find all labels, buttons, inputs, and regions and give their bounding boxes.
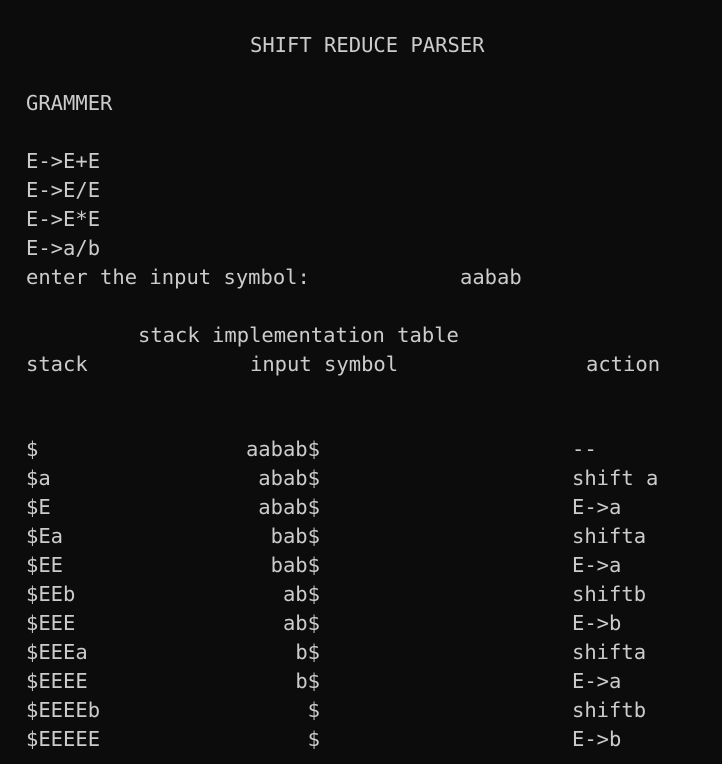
grammar-rule: E->E*E <box>26 207 101 231</box>
cell-input-symbol: ab$ <box>282 611 320 635</box>
cell-input-symbol: abab$ <box>258 495 320 519</box>
grammar-heading: GRAMMER <box>26 91 113 115</box>
header-stack: stack <box>26 352 88 376</box>
grammar-rule: E->E+E <box>26 149 101 173</box>
cell-action: shifta <box>572 524 647 548</box>
cell-stack: $EE <box>26 553 64 577</box>
cell-stack: $a <box>26 466 51 490</box>
cell-stack: $EEEa <box>26 640 88 664</box>
cell-action: shift a <box>572 466 659 490</box>
input-value: aabab <box>460 265 522 289</box>
cell-input-symbol: abab$ <box>258 466 320 490</box>
cell-input-symbol: $ <box>307 727 320 751</box>
cell-stack: $EEEEb <box>26 698 101 722</box>
cell-stack: $E <box>26 495 51 519</box>
header-action: action <box>586 352 661 376</box>
cell-stack: $Ea <box>26 524 64 548</box>
cell-stack: $EEE <box>26 611 76 635</box>
cell-action: E->a <box>572 495 622 519</box>
cell-action: E->a <box>572 553 622 577</box>
grammar-rule: E->E/E <box>26 178 101 202</box>
cell-action: shiftb <box>572 698 647 722</box>
cell-action: E->b <box>572 611 622 635</box>
grammar-rule: E->a/b <box>26 236 101 260</box>
cell-action: shifta <box>572 640 647 664</box>
cell-action: E->b <box>572 727 622 751</box>
cell-action: E->a <box>572 669 622 693</box>
cell-stack: $EEEEE <box>26 727 101 751</box>
cell-input-symbol: ab$ <box>282 582 320 606</box>
header-input-symbol: input symbol <box>250 352 399 376</box>
page-title: SHIFT REDUCE PARSER <box>250 33 485 57</box>
cell-input-symbol: aabab$ <box>245 437 320 461</box>
terminal-window: SHIFT REDUCE PARSER GRAMMER E->E+E E->E/… <box>0 0 722 764</box>
cell-input-symbol: bab$ <box>270 553 320 577</box>
cell-action: shiftb <box>572 582 647 606</box>
input-prompt: enter the input symbol: <box>26 265 310 289</box>
cell-stack: $ <box>26 437 39 461</box>
cell-input-symbol: b$ <box>295 640 320 664</box>
table-title: stack implementation table <box>138 323 459 347</box>
cell-action: -- <box>572 437 597 461</box>
cell-input-symbol: b$ <box>295 669 320 693</box>
cell-input-symbol: bab$ <box>270 524 320 548</box>
cell-stack: $EEb <box>26 582 76 606</box>
cell-stack: $EEEE <box>26 669 88 693</box>
cell-input-symbol: $ <box>307 698 320 722</box>
